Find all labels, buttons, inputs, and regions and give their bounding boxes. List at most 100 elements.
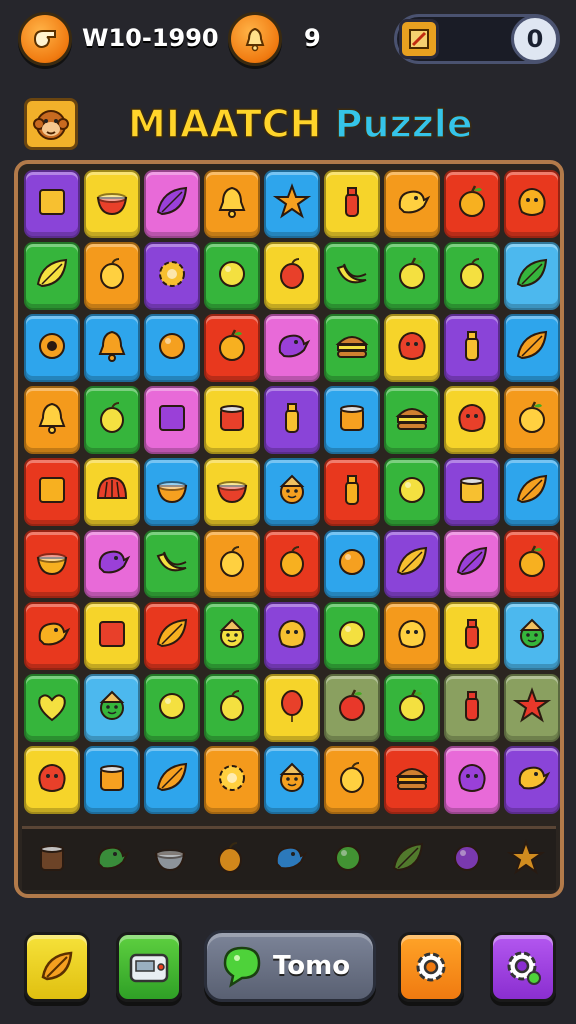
tile-bottle[interactable] <box>444 314 500 382</box>
tile-face[interactable] <box>264 746 320 814</box>
leaf-booster-button[interactable] <box>24 932 90 1002</box>
tile-bowl[interactable] <box>24 530 80 598</box>
tile-circle[interactable] <box>204 242 260 310</box>
tile-leaf[interactable] <box>144 602 200 670</box>
tile-burger[interactable] <box>324 314 380 382</box>
tile-face[interactable] <box>84 674 140 742</box>
tile-can[interactable] <box>84 746 140 814</box>
tile-flower[interactable] <box>204 746 260 814</box>
tile-fruit[interactable] <box>264 530 320 598</box>
tile-circle[interactable] <box>144 674 200 742</box>
bell-button[interactable] <box>228 12 282 66</box>
tile-leaf[interactable] <box>504 458 560 526</box>
meter-icon-box[interactable] <box>399 19 439 59</box>
tile-leaf[interactable] <box>24 242 80 310</box>
tile-face[interactable] <box>264 458 320 526</box>
tile-can[interactable] <box>444 458 500 526</box>
tile-face[interactable] <box>204 602 260 670</box>
tile-square[interactable] <box>24 458 80 526</box>
tile-apple[interactable] <box>324 674 380 742</box>
tile-fruit[interactable] <box>84 242 140 310</box>
bottle-icon <box>332 470 372 514</box>
tile-fruit[interactable] <box>204 674 260 742</box>
tile-bottle[interactable] <box>264 386 320 454</box>
tile-apple[interactable] <box>204 314 260 382</box>
tile-blob[interactable] <box>444 746 500 814</box>
tile-star[interactable] <box>504 674 560 742</box>
tile-leaf[interactable] <box>504 314 560 382</box>
tile-blob[interactable] <box>444 386 500 454</box>
tile-leaf[interactable] <box>504 242 560 310</box>
tile-leaf[interactable] <box>444 530 500 598</box>
tile-bird[interactable] <box>504 746 560 814</box>
tile-bell[interactable] <box>204 170 260 238</box>
moves-count: 9 <box>304 24 321 52</box>
tile-square[interactable] <box>24 170 80 238</box>
tile-circle[interactable] <box>144 314 200 382</box>
tile-balloon[interactable] <box>264 674 320 742</box>
tile-bottle[interactable] <box>444 674 500 742</box>
title-avatar-button[interactable] <box>24 98 78 150</box>
tile-face[interactable] <box>504 602 560 670</box>
tile-heart[interactable] <box>24 674 80 742</box>
tile-bottle[interactable] <box>444 602 500 670</box>
tomo-button[interactable]: Tomo <box>204 930 376 1002</box>
tile-blob[interactable] <box>504 170 560 238</box>
tile-bird[interactable] <box>264 314 320 382</box>
tile-fruit[interactable] <box>84 386 140 454</box>
tile-apple[interactable] <box>384 242 440 310</box>
tile-banana[interactable] <box>324 242 380 310</box>
tile-bottle[interactable] <box>324 458 380 526</box>
tile-fruit[interactable] <box>204 530 260 598</box>
gear-icon <box>507 951 541 985</box>
tray-can-icon <box>32 838 72 882</box>
tile-burger[interactable] <box>384 746 440 814</box>
tile-leaf[interactable] <box>384 530 440 598</box>
tile-apple[interactable] <box>504 530 560 598</box>
tile-bottle[interactable] <box>324 170 380 238</box>
tile-bird[interactable] <box>24 602 80 670</box>
tile-flower[interactable] <box>144 242 200 310</box>
settings-button[interactable] <box>398 932 464 1002</box>
tile-square[interactable] <box>144 386 200 454</box>
tile-bowl[interactable] <box>204 458 260 526</box>
tile-star[interactable] <box>264 170 320 238</box>
tile-banana[interactable] <box>144 530 200 598</box>
bottle-icon <box>272 398 312 442</box>
tile-bell[interactable] <box>84 314 140 382</box>
tile-bell[interactable] <box>24 386 80 454</box>
tile-square[interactable] <box>84 602 140 670</box>
tile-blob[interactable] <box>384 602 440 670</box>
star-icon <box>512 686 552 730</box>
tile-can[interactable] <box>324 386 380 454</box>
options-gear-button[interactable] <box>490 932 556 1002</box>
tile-fruit[interactable] <box>264 242 320 310</box>
tile-burger[interactable] <box>384 386 440 454</box>
tile-circle[interactable] <box>324 602 380 670</box>
tile-circle[interactable] <box>324 530 380 598</box>
tile-circle[interactable] <box>384 458 440 526</box>
tile-blob[interactable] <box>264 602 320 670</box>
tile-bowl[interactable] <box>84 170 140 238</box>
apple-icon <box>512 542 552 586</box>
tile-bird[interactable] <box>384 170 440 238</box>
tile-can[interactable] <box>204 386 260 454</box>
whistle-button[interactable] <box>18 12 72 66</box>
tile-bird[interactable] <box>84 530 140 598</box>
leaf-icon <box>512 326 552 370</box>
tile-ring[interactable] <box>24 314 80 382</box>
tile-leaf[interactable] <box>144 746 200 814</box>
tile-fruit[interactable] <box>444 242 500 310</box>
tile-leaf[interactable] <box>144 170 200 238</box>
tile-shell[interactable] <box>84 458 140 526</box>
tile-apple[interactable] <box>444 170 500 238</box>
tile-blob[interactable] <box>384 314 440 382</box>
tile-blob[interactable] <box>24 746 80 814</box>
tile-fruit[interactable] <box>324 746 380 814</box>
bird-icon <box>92 542 132 586</box>
toaster-booster-button[interactable] <box>116 932 182 1002</box>
tile-bowl[interactable] <box>144 458 200 526</box>
tile-apple[interactable] <box>504 386 560 454</box>
tile-apple[interactable] <box>384 674 440 742</box>
balloon-icon <box>272 686 312 730</box>
